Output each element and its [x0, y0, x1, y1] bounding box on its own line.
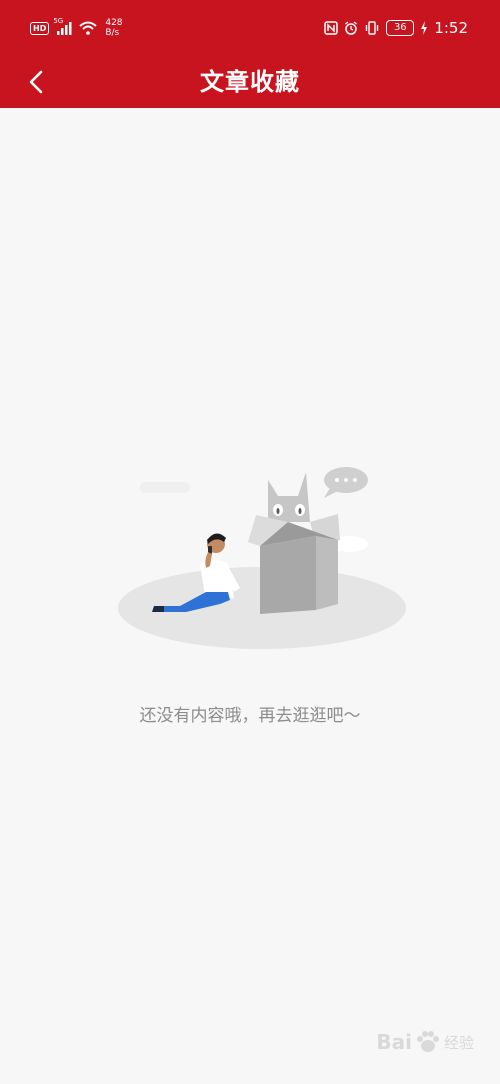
- clock: 1:52: [434, 19, 468, 37]
- network-speed-unit: B/s: [105, 28, 120, 38]
- alarm-icon: [345, 21, 358, 35]
- empty-state-illustration: [118, 467, 406, 649]
- app-header: HD 5G 428 B/s 36 1:52 文章收藏: [0, 0, 500, 108]
- watermark-sub: 经验: [443, 1033, 474, 1052]
- charging-icon: [421, 21, 428, 35]
- paw-icon: [416, 1031, 439, 1052]
- network-speed: 428 B/s: [105, 18, 122, 38]
- empty-state-message: 还没有内容哦，再去逛逛吧～: [139, 706, 361, 726]
- speech-bubble-icon: [324, 467, 368, 498]
- network-type: 5G: [53, 17, 64, 25]
- cat-icon: [268, 472, 310, 522]
- box-icon: [248, 514, 340, 614]
- status-right: 36 1:52: [324, 14, 468, 42]
- nav-bar: 文章收藏: [0, 56, 500, 108]
- vibrate-icon: [366, 21, 379, 35]
- battery-indicator: 36: [386, 20, 415, 36]
- wifi-icon: [79, 21, 98, 35]
- watermark-brand: Bai: [376, 1030, 412, 1054]
- hd-badge: HD: [30, 21, 50, 35]
- nfc-icon: [324, 21, 339, 35]
- watermark: Bai 经验: [376, 1030, 474, 1054]
- signal-group: 5G: [53, 17, 73, 35]
- network-speed-value: 428: [105, 18, 123, 28]
- status-left: HD 5G 428 B/s: [30, 14, 123, 42]
- page-title: 文章收藏: [200, 68, 300, 96]
- status-bar: HD 5G 428 B/s 36 1:52: [0, 0, 500, 56]
